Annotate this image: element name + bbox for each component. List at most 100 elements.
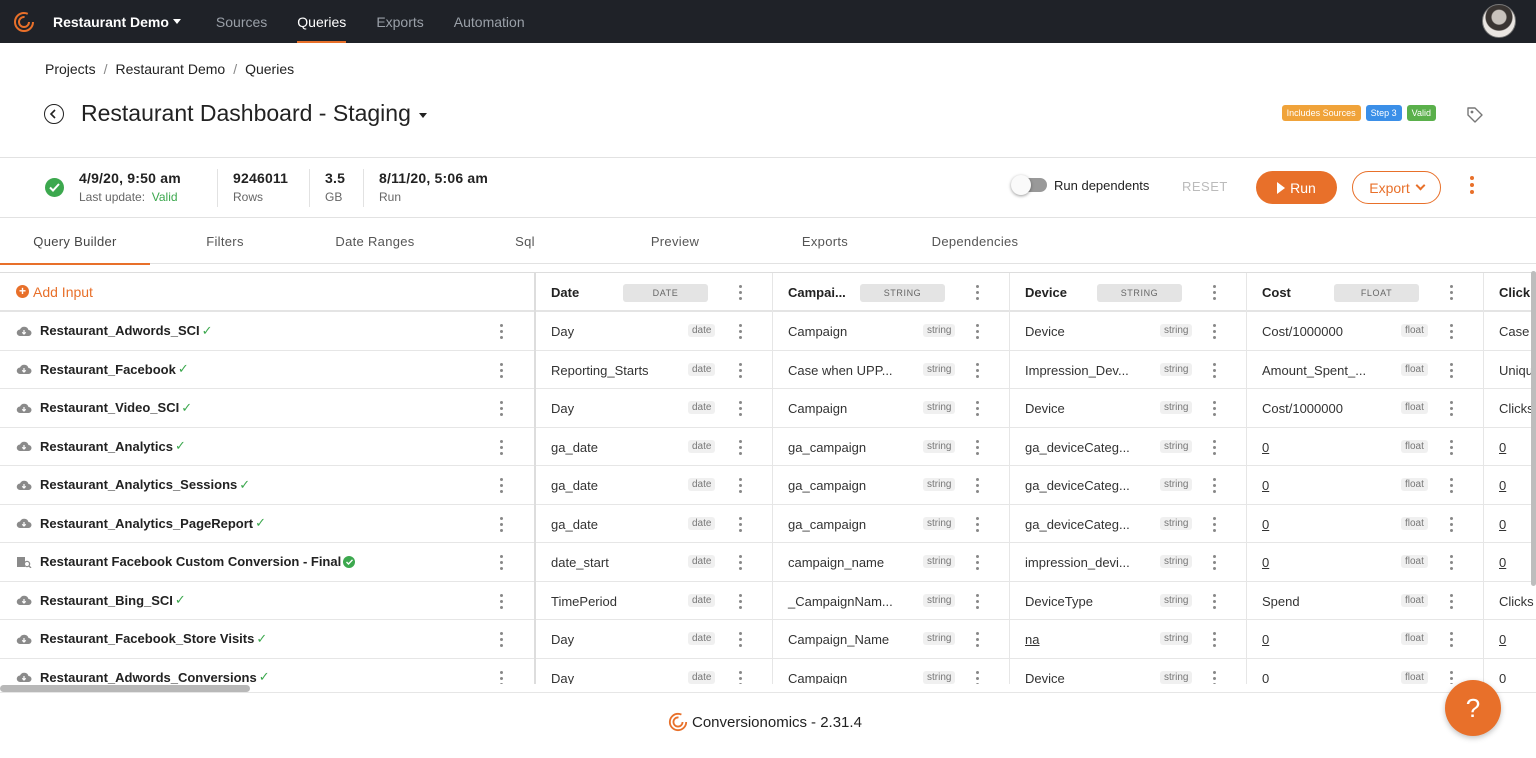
nav-link-exports[interactable]: Exports	[361, 0, 438, 43]
field-cell[interactable]: ga_campaign string	[773, 505, 1009, 543]
cell-menu-icon[interactable]	[1450, 555, 1453, 570]
cell-menu-icon[interactable]	[1450, 439, 1453, 455]
cell-menu-icon[interactable]	[739, 401, 742, 416]
cell-menu-icon[interactable]	[739, 516, 742, 532]
field-cell[interactable]: ga_date date	[536, 428, 772, 466]
field-cell[interactable]: 0 float	[1247, 543, 1483, 582]
field-cell[interactable]: DeviceType string	[1010, 582, 1246, 620]
cell-menu-icon[interactable]	[976, 670, 979, 684]
cell-menu-icon[interactable]	[739, 593, 742, 609]
field-cell[interactable]: Campaign string	[773, 389, 1009, 428]
help-button[interactable]: ?	[1445, 680, 1501, 736]
field-cell[interactable]: Clicks	[1484, 389, 1536, 428]
field-cell[interactable]: Reporting_Starts date	[536, 351, 772, 389]
column-header[interactable]: Cost FLOAT	[1247, 273, 1483, 312]
row-menu-icon[interactable]	[500, 362, 503, 378]
cell-menu-icon[interactable]	[1450, 593, 1453, 609]
cell-menu-icon[interactable]	[1213, 324, 1216, 339]
input-row[interactable]: Restaurant Facebook Custom Conversion - …	[0, 543, 534, 582]
field-cell[interactable]: Day date	[536, 659, 772, 684]
tab-query-builder[interactable]: Query Builder	[0, 219, 150, 265]
row-menu-icon[interactable]	[500, 324, 503, 339]
field-cell[interactable]: ga_campaign string	[773, 466, 1009, 505]
field-cell[interactable]: 0	[1484, 659, 1536, 685]
field-cell[interactable]: TimePeriod date	[536, 582, 772, 620]
column-header[interactable]: Campai... STRING	[773, 273, 1009, 312]
column-header[interactable]: Click	[1484, 273, 1536, 312]
cell-menu-icon[interactable]	[1450, 362, 1453, 378]
field-cell[interactable]: Device string	[1010, 389, 1246, 428]
cell-menu-icon[interactable]	[976, 478, 979, 493]
breadcrumb-item[interactable]: Queries	[245, 61, 294, 77]
input-row[interactable]: Restaurant_Adwords_Conversions ✓	[0, 659, 534, 684]
cell-menu-icon[interactable]	[976, 439, 979, 455]
cell-menu-icon[interactable]	[1450, 401, 1453, 416]
cell-menu-icon[interactable]	[976, 401, 979, 416]
field-cell[interactable]: Campaign string	[773, 659, 1009, 684]
input-row[interactable]: Restaurant_Video_SCI ✓	[0, 389, 534, 428]
column-menu-icon[interactable]	[739, 285, 742, 300]
tab-date-ranges[interactable]: Date Ranges	[300, 219, 450, 264]
column-header[interactable]: Device STRING	[1010, 273, 1246, 312]
input-row[interactable]: Restaurant_Analytics_Sessions ✓	[0, 466, 534, 505]
field-cell[interactable]: Amount_Spent_... float	[1247, 351, 1483, 389]
field-cell[interactable]: Spend float	[1247, 582, 1483, 620]
field-cell[interactable]: ga_deviceCateg... string	[1010, 505, 1246, 543]
row-menu-icon[interactable]	[500, 670, 503, 684]
field-cell[interactable]: date_start date	[536, 543, 772, 582]
field-cell[interactable]: 0	[1484, 620, 1536, 659]
field-cell[interactable]: Device string	[1010, 659, 1246, 684]
field-cell[interactable]: Uniqu	[1484, 351, 1536, 389]
field-cell[interactable]: ga_date date	[536, 505, 772, 543]
row-menu-icon[interactable]	[500, 632, 503, 647]
project-dropdown[interactable]: Restaurant Demo	[53, 14, 181, 30]
cell-menu-icon[interactable]	[1213, 516, 1216, 532]
row-menu-icon[interactable]	[500, 401, 503, 416]
cell-menu-icon[interactable]	[739, 632, 742, 647]
field-cell[interactable]: Day date	[536, 389, 772, 428]
field-cell[interactable]: 0 float	[1247, 428, 1483, 466]
field-cell[interactable]: 0	[1484, 505, 1536, 543]
reset-button[interactable]: RESET	[1182, 179, 1228, 194]
field-cell[interactable]: Device string	[1010, 312, 1246, 351]
cell-menu-icon[interactable]	[976, 516, 979, 532]
column-menu-icon[interactable]	[1213, 285, 1216, 300]
conversionomics-logo-icon[interactable]	[13, 11, 35, 33]
row-menu-icon[interactable]	[500, 478, 503, 493]
field-cell[interactable]: 0	[1484, 466, 1536, 505]
cell-menu-icon[interactable]	[976, 324, 979, 339]
run-button[interactable]: Run	[1256, 171, 1337, 204]
field-cell[interactable]: Campaign_Name string	[773, 620, 1009, 659]
cell-menu-icon[interactable]	[739, 362, 742, 378]
cell-menu-icon[interactable]	[1213, 362, 1216, 378]
cell-menu-icon[interactable]	[1450, 324, 1453, 339]
column-menu-icon[interactable]	[1450, 285, 1453, 300]
cell-menu-icon[interactable]	[1450, 516, 1453, 532]
cell-menu-icon[interactable]	[739, 324, 742, 339]
input-row[interactable]: Restaurant_Analytics ✓	[0, 428, 534, 466]
cell-menu-icon[interactable]	[976, 632, 979, 647]
field-cell[interactable]: Day date	[536, 620, 772, 659]
row-menu-icon[interactable]	[500, 439, 503, 455]
field-cell[interactable]: 0 float	[1247, 659, 1483, 684]
tab-preview[interactable]: Preview	[600, 219, 750, 264]
field-cell[interactable]: _CampaignNam... string	[773, 582, 1009, 620]
breadcrumb-item[interactable]: Projects	[45, 61, 96, 77]
query-title-dropdown[interactable]: Restaurant Dashboard - Staging	[81, 100, 427, 127]
add-input-button[interactable]: + Add Input	[0, 273, 534, 312]
cell-menu-icon[interactable]	[739, 478, 742, 493]
tab-filters[interactable]: Filters	[150, 219, 300, 264]
row-menu-icon[interactable]	[500, 555, 503, 570]
cell-menu-icon[interactable]	[1213, 401, 1216, 416]
tab-sql[interactable]: Sql	[450, 219, 600, 264]
horizontal-scrollbar[interactable]	[0, 685, 250, 692]
nav-link-automation[interactable]: Automation	[439, 0, 540, 43]
cell-menu-icon[interactable]	[1213, 555, 1216, 570]
field-cell[interactable]: 0 float	[1247, 466, 1483, 505]
cell-menu-icon[interactable]	[976, 555, 979, 570]
cell-menu-icon[interactable]	[976, 593, 979, 609]
cell-menu-icon[interactable]	[739, 555, 742, 570]
field-cell[interactable]: ga_campaign string	[773, 428, 1009, 466]
column-header[interactable]: Date DATE	[536, 273, 772, 312]
input-row[interactable]: Restaurant_Bing_SCI ✓	[0, 582, 534, 620]
